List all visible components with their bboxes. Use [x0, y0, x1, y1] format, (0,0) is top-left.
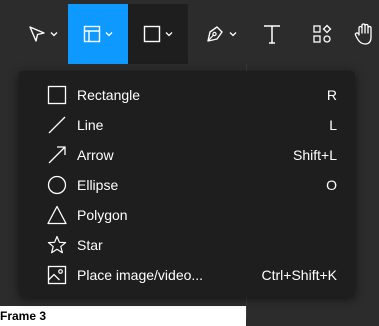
menu-item-star[interactable]: Star — [19, 230, 355, 260]
rectangle-icon — [142, 24, 162, 44]
chevron-down-icon[interactable] — [164, 29, 174, 39]
menu-item-line[interactable]: Line L — [19, 110, 355, 140]
frame-tool-button[interactable] — [68, 4, 128, 64]
hand-tool-button[interactable] — [352, 4, 379, 64]
resources-tool-button[interactable] — [302, 4, 342, 64]
layer-item-frame[interactable]: Frame 3 — [0, 306, 246, 326]
pen-icon — [204, 23, 226, 45]
menu-item-label: Ellipse — [77, 177, 119, 193]
text-tool-button[interactable] — [252, 4, 292, 64]
pointer-icon — [27, 24, 47, 44]
menu-item-rectangle[interactable]: Rectangle R — [19, 80, 355, 110]
chevron-down-icon[interactable] — [228, 29, 238, 39]
menu-item-label: Polygon — [77, 207, 128, 223]
polygon-icon — [46, 204, 68, 226]
text-icon — [261, 23, 283, 45]
layer-item-label: Frame 3 — [0, 309, 47, 323]
menu-item-label: Star — [77, 237, 103, 253]
menu-item-label: Line — [77, 117, 104, 133]
menu-item-shortcut: L — [329, 117, 337, 133]
hand-icon — [352, 21, 378, 47]
resources-icon — [311, 23, 333, 45]
menu-item-arrow[interactable]: Arrow Shift+L — [19, 140, 355, 170]
rectangle-icon — [46, 84, 68, 106]
menu-item-shortcut: O — [326, 177, 337, 193]
menu-item-shortcut: R — [326, 87, 337, 103]
chevron-down-icon[interactable] — [104, 29, 114, 39]
image-icon — [46, 264, 68, 286]
menu-item-shortcut: Ctrl+Shift+K — [261, 267, 337, 283]
pen-tool-button[interactable] — [196, 4, 246, 64]
ellipse-icon — [46, 174, 68, 196]
frame-icon — [82, 24, 102, 44]
star-icon — [46, 234, 68, 256]
menu-item-label: Rectangle — [77, 87, 141, 103]
move-tool-button[interactable] — [20, 4, 66, 64]
menu-item-ellipse[interactable]: Ellipse O — [19, 170, 355, 200]
toolbar — [0, 0, 379, 64]
shape-tool-button[interactable] — [128, 4, 188, 64]
line-icon — [46, 114, 68, 136]
chevron-down-icon[interactable] — [49, 29, 59, 39]
menu-item-polygon[interactable]: Polygon — [19, 200, 355, 230]
menu-item-label: Place image/video... — [77, 267, 204, 283]
menu-item-place-image[interactable]: Place image/video... Ctrl+Shift+K — [19, 260, 355, 290]
arrow-icon — [46, 144, 68, 166]
menu-item-label: Arrow — [77, 147, 114, 163]
menu-item-shortcut: Shift+L — [293, 147, 337, 163]
shape-tools-menu: Rectangle R Line L Arrow Shift+L Ellipse… — [19, 71, 355, 297]
